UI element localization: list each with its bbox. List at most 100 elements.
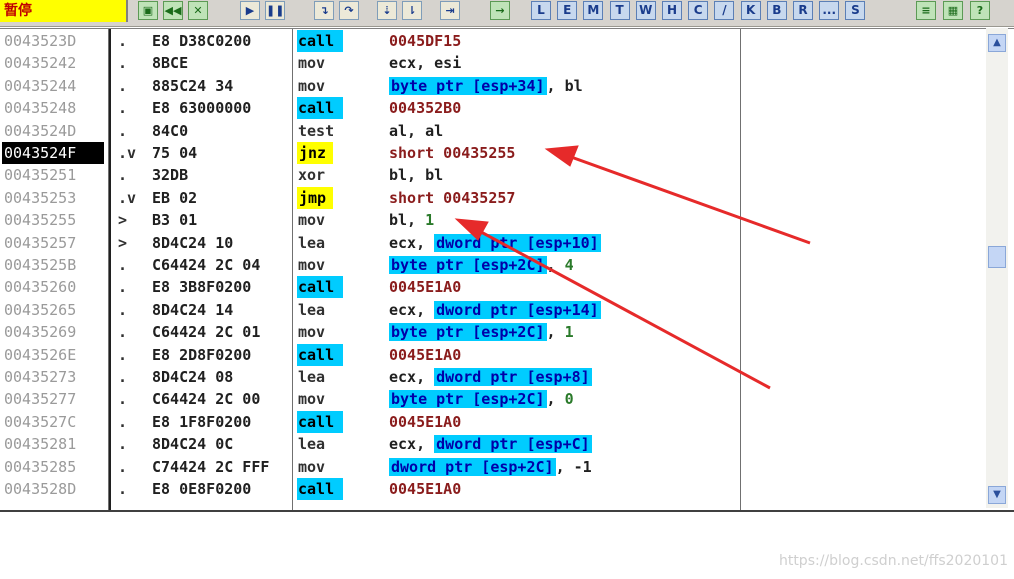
operand-part: 0045DF15 [389,32,462,50]
operand-part: bl, bl [389,166,444,185]
toolbar-button-letter[interactable]: / [714,1,735,20]
disasm-row[interactable]: 00435285. C74424 2C FFF mov dword ptr [esp+… [0,456,985,478]
row-hex-bytes: E8 D38C0200 [152,32,252,50]
status-indicator: 暂停 [0,0,128,22]
operand-part: byte ptr [esp+34] [389,76,547,95]
disasm-row[interactable]: 0043523D. E8 D38C0200 call 0045DF15 [0,30,985,52]
disasm-row[interactable]: 00435281. 8D4C24 0C lea ecx, dword ptr [esp… [0,433,985,455]
step-into-icon[interactable]: ↴ [314,1,334,20]
disasm-row[interactable]: 00435248. E8 63000000 call 004352B0 [0,97,985,120]
disasm-row[interactable]: 0043527C. E8 1F8F0200 call 0045E1A0 [0,410,985,433]
disasm-row[interactable]: 00435273. 8D4C24 08 lea ecx, dword ptr [esp… [0,366,985,388]
row-jump-marker: . [118,32,128,50]
disassembly-panel: 0043523D. E8 D38C0200 call 0045DF15 00435242… [0,28,1014,512]
row-address: 0043524F [2,142,104,164]
help-icon[interactable]: ? [970,1,990,20]
disasm-row[interactable]: 0043528D. E8 0E8F0200 call 0045E1A0 [0,478,985,500]
scroll-up-icon[interactable]: ▲ [988,34,1006,52]
row-hex-bytes: E8 3B8F0200 [152,278,252,297]
execute-till-return-icon[interactable]: ⇥ [440,1,460,20]
toolbar-button-letter[interactable]: ... [819,1,840,20]
operand-part: 0045E1A0 [389,278,462,297]
row-hex-bytes: 84C0 [152,121,189,140]
disasm-row[interactable]: 00435277. C64424 2C 00 mov byte ptr [esp+2C… [0,388,985,410]
disasm-row[interactable]: 00435244. 885C24 34 mov byte ptr [esp+34], … [0,75,985,97]
row-hex-bytes: 8D4C24 14 [152,300,234,319]
disasm-row[interactable]: 0043526E. E8 2D8F0200 call 0045E1A0 [0,343,985,366]
row-address: 00435265 [4,300,77,319]
row-hex-bytes: C64424 2C 01 [152,323,261,342]
row-operands: al, al [389,120,443,142]
row-jump-marker: . [118,435,128,454]
toolbar-button-letter[interactable]: R [793,1,813,20]
row-mnemonic: mov [298,76,326,95]
scroll-thumb[interactable] [988,246,1006,268]
disasm-row[interactable]: 00435242. 8BCE mov ecx, esi [0,52,985,74]
toolbar-button-letter[interactable]: M [583,1,604,20]
operand-part: 1 [425,211,435,230]
row-mnemonic: test [298,121,335,140]
disasm-row[interactable]: 0043525B. C64424 2C 04 mov byte ptr [esp+2C… [0,254,985,276]
row-hex-bytes: E8 63000000 [152,99,252,118]
row-mnemonic: mov [298,54,326,73]
toolbar-button-letter[interactable]: E [557,1,578,20]
row-hex-bytes: E8 1F8F0200 [152,412,252,431]
row-hex-bytes: 8BCE [152,54,189,73]
row-address: 00435277 [4,390,77,409]
row-address: 00435255 [4,211,77,230]
row-mnemonic: call [297,276,343,299]
row-jump-marker: . [118,390,128,409]
row-jump-marker: . [118,480,128,498]
disasm-row[interactable]: 00435251. 32DB xor bl, bl [0,164,985,186]
toolbar-button-letter[interactable]: K [740,1,761,20]
disasm-row[interactable]: 00435269. C64424 2C 01 mov byte ptr [esp+2C… [0,321,985,343]
row-jump-marker: . [118,412,128,431]
disasm-row[interactable]: 0043524F .v 75 04 jnz short 00435255 [0,142,985,164]
toolbar-button-letter[interactable]: C [688,1,709,20]
row-jump-marker: .v [118,188,137,207]
operand-part: byte ptr [esp+2C] [389,323,547,342]
open-icon[interactable]: ▣ [138,1,158,20]
rewind-icon[interactable]: ◀◀ [163,1,183,20]
operand-part: al, al [389,121,444,140]
operand-part: , [546,323,565,342]
toolbar-button-letter[interactable]: T [609,1,630,20]
toolbar-button-letter[interactable]: L [531,1,551,20]
disasm-row[interactable]: 00435253 .v EB 02 jmp short 00435257 [0,186,985,209]
toolbar-button-letter[interactable]: S [845,1,866,20]
operand-part: ecx, [389,435,435,454]
row-address: 00435257 [4,233,77,252]
row-hex-bytes: B3 01 [152,211,198,230]
scroll-down-icon[interactable]: ▼ [988,486,1006,504]
row-hex-bytes: C64424 2C 04 [152,256,261,274]
row-mnemonic: call [297,30,343,52]
pause-icon[interactable]: ❚❚ [265,1,285,20]
row-hex-bytes: C74424 2C FFF [152,457,270,476]
list-icon[interactable]: ≡ [916,1,936,20]
toolbar-button-letter[interactable]: W [635,1,656,20]
row-mnemonic: jmp [297,186,333,209]
disasm-row[interactable]: 00435265. 8D4C24 14 lea ecx, dword ptr [esp… [0,299,985,321]
row-jump-marker: . [118,368,128,386]
row-mnemonic: call [297,410,343,433]
disasm-row[interactable]: 0043524D. 84C0 test al, al [0,120,985,142]
trace-over-icon[interactable]: ⇂ [402,1,422,20]
row-jump-marker: . [118,256,128,274]
row-mnemonic: xor [298,166,326,185]
row-mnemonic: mov [298,211,326,230]
disasm-row[interactable]: 00435255 > B3 01 mov bl, 1 [0,209,985,231]
disasm-row[interactable]: 00435257 >8D4C24 10 lea ecx, dword ptr [esp… [0,232,985,254]
vertical-scrollbar[interactable]: ▲ ▼ [986,28,1008,508]
toolbar-button-letter[interactable]: B [766,1,787,20]
row-address: 0043528D [4,480,77,498]
trace-into-icon[interactable]: ⇣ [377,1,397,20]
step-over-icon[interactable]: ↷ [339,1,359,20]
run-icon[interactable]: ▶ [240,1,260,20]
grid-icon[interactable]: ▦ [943,1,963,20]
toolbar-button-letter[interactable]: H [662,1,682,20]
row-hex-bytes: 8D4C24 10 [152,233,234,252]
disasm-row[interactable]: 00435260. E8 3B8F0200 call 0045E1A0 [0,276,985,299]
goto-icon[interactable]: → [490,1,510,20]
close-icon[interactable]: ✕ [188,1,208,20]
operand-part: 0045E1A0 [389,345,462,364]
